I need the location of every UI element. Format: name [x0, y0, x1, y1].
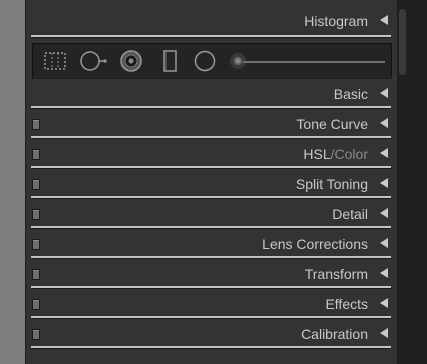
section-lens-corrections[interactable]: Lens Corrections [26, 233, 398, 257]
divider [31, 166, 391, 169]
section-label: HSL/Color [303, 146, 368, 162]
divider [31, 346, 391, 349]
section-label: Tone Curve [296, 116, 368, 132]
section-label: Calibration [301, 326, 368, 342]
divider [31, 256, 391, 259]
panel-toggle-switch[interactable] [32, 149, 40, 160]
collapse-arrow-icon [380, 15, 388, 25]
collapse-arrow-icon [380, 178, 388, 188]
panel-toggle-switch[interactable] [32, 179, 40, 190]
crop-overlay-icon[interactable] [43, 49, 67, 73]
section-label: Split Toning [295, 176, 368, 192]
divider [31, 226, 391, 229]
panel-toggle-switch[interactable] [32, 329, 40, 340]
section-tone-curve[interactable]: Tone Curve [26, 113, 398, 137]
tab-color[interactable]: Color [335, 146, 368, 162]
tool-strip [32, 43, 392, 79]
section-effects[interactable]: Effects [26, 293, 398, 317]
divider [31, 286, 391, 289]
section-label: Effects [325, 296, 368, 312]
collapse-arrow-icon [380, 298, 388, 308]
collapse-arrow-icon [380, 88, 388, 98]
histogram-label: Histogram [304, 13, 368, 29]
panel-toggle-switch[interactable] [32, 209, 40, 220]
section-transform[interactable]: Transform [26, 263, 398, 287]
scrollbar-thumb[interactable] [399, 9, 406, 75]
tab-hsl[interactable]: HSL [303, 146, 330, 162]
panel-toggle-switch[interactable] [32, 119, 40, 130]
section-basic[interactable]: Basic [26, 83, 398, 107]
panel-scrollbar[interactable] [397, 0, 427, 364]
collapse-arrow-icon [380, 148, 388, 158]
collapse-arrow-icon [380, 268, 388, 278]
panel-toggle-switch[interactable] [32, 269, 40, 280]
radial-filter-icon[interactable] [193, 49, 217, 73]
brush-size-slider[interactable] [243, 61, 385, 63]
collapse-arrow-icon [380, 208, 388, 218]
divider [31, 35, 391, 38]
divider [31, 78, 391, 79]
section-label: Basic [333, 86, 368, 102]
red-eye-icon[interactable] [119, 49, 143, 73]
section-hsl-color[interactable]: HSL/Color [26, 143, 398, 167]
collapse-arrow-icon [380, 328, 388, 338]
spot-removal-icon[interactable] [79, 49, 109, 73]
divider [31, 106, 391, 109]
divider [31, 316, 391, 319]
develop-right-panel: Histogram Basic Tone Curve HSL/Color Spl… [25, 0, 398, 364]
histogram-header[interactable]: Histogram [26, 10, 398, 34]
section-label: Transform [304, 266, 368, 282]
section-label: Detail [332, 206, 368, 222]
collapse-arrow-icon [380, 238, 388, 248]
section-calibration[interactable]: Calibration [26, 323, 398, 347]
divider [31, 196, 391, 199]
section-label: Lens Corrections [262, 236, 368, 252]
divider [31, 136, 391, 139]
panel-toggle-switch[interactable] [32, 239, 40, 250]
section-detail[interactable]: Detail [26, 203, 398, 227]
collapse-arrow-icon [380, 118, 388, 128]
panel-toggle-switch[interactable] [32, 299, 40, 310]
graduated-filter-icon[interactable] [158, 49, 182, 73]
section-split-toning[interactable]: Split Toning [26, 173, 398, 197]
